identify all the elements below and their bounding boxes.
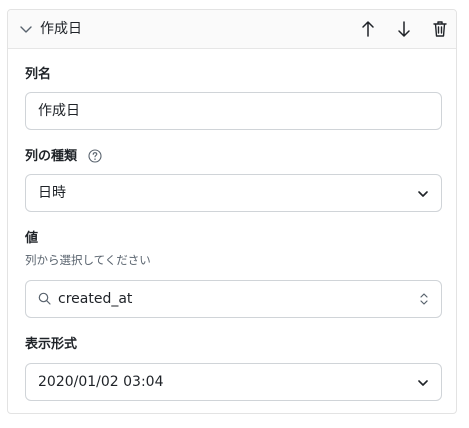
- value-selected: created_at: [58, 291, 133, 307]
- arrow-down-icon: [398, 21, 410, 37]
- move-up-button[interactable]: [357, 18, 379, 40]
- question-circle-icon[interactable]: [87, 148, 102, 163]
- search-icon: [38, 292, 51, 305]
- move-down-button[interactable]: [393, 18, 415, 40]
- column-name-value: 作成日: [38, 103, 80, 119]
- arrow-up-icon: [362, 21, 374, 37]
- value-description: 列から選択してください: [25, 253, 151, 267]
- column-type-label-row: 列の種類: [25, 148, 102, 166]
- display-format-select[interactable]: 2020/01/02 03:04: [25, 363, 442, 401]
- column-type-label: 列の種類: [25, 149, 78, 164]
- column-name-label: 列名: [25, 67, 52, 82]
- value-label: 値: [25, 231, 39, 246]
- column-settings-panel: 作成日 列名 作成日 列の種類 日時 値 列から選択してください created…: [7, 9, 457, 414]
- trash-icon: [433, 21, 447, 37]
- chevron-down-icon[interactable]: [19, 22, 33, 36]
- display-format-label: 表示形式: [25, 337, 78, 352]
- delete-button[interactable]: [429, 18, 451, 40]
- panel-header[interactable]: 作成日: [8, 10, 456, 49]
- chevron-up-down-icon: [420, 293, 428, 305]
- column-type-select[interactable]: 日時: [25, 174, 442, 212]
- column-type-value: 日時: [38, 185, 66, 201]
- chevron-down-icon: [418, 191, 428, 197]
- chevron-down-icon: [418, 380, 428, 386]
- display-format-value: 2020/01/02 03:04: [38, 374, 164, 390]
- panel-title: 作成日: [40, 21, 82, 37]
- column-name-input[interactable]: 作成日: [25, 92, 442, 130]
- value-combobox[interactable]: created_at: [25, 280, 442, 318]
